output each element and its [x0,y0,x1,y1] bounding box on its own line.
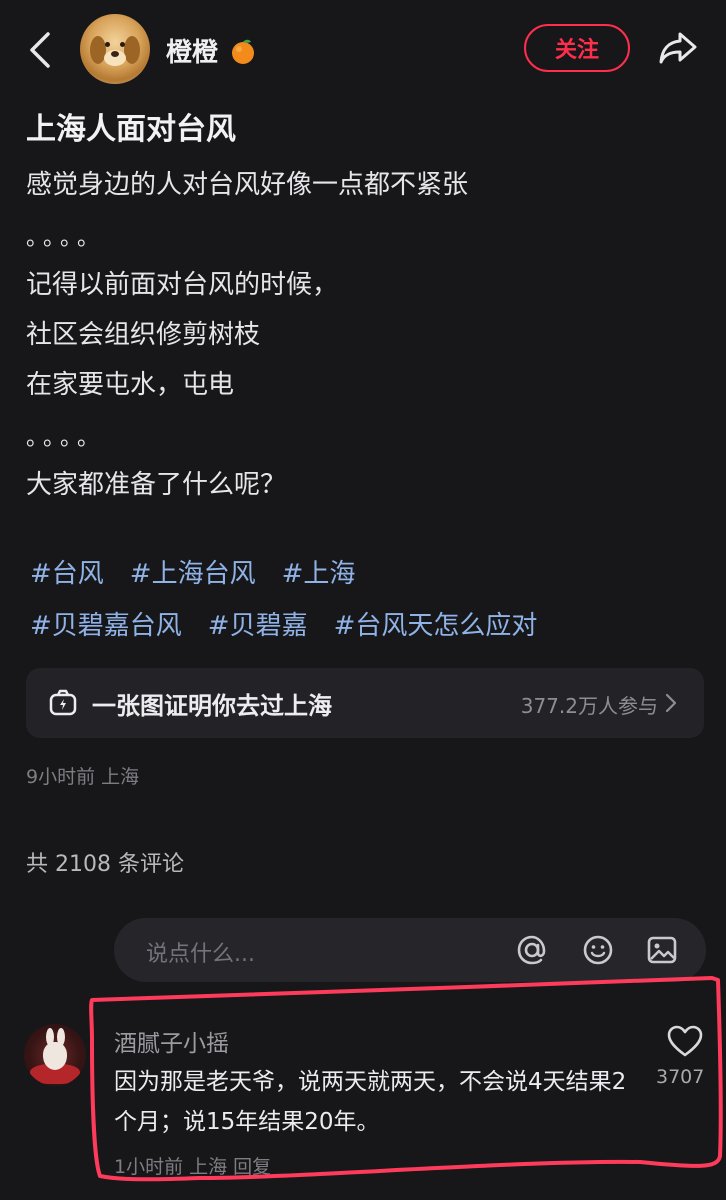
commenter-avatar[interactable] [24,1024,86,1086]
share-icon [659,32,697,64]
hashtag-link[interactable]: #台风 [30,548,104,600]
hashtag-list: #台风 #上海台风 #上海 #贝碧嘉台风 #贝碧嘉 #台风天怎么应对 [30,548,710,652]
hashtag-link[interactable]: #贝碧嘉台风 [30,600,182,652]
post-body: 感觉身边的人对台风好像一点都不紧张 。。。。 记得以前面对台风的时候， 社区会组… [26,160,706,510]
post-title: 上海人面对台风 [26,112,236,147]
image-icon [647,936,677,964]
author-name-text: 橙橙 [166,38,219,68]
post-meta: 9小时前 上海 [26,766,140,788]
topic-card[interactable]: 一张图证明你去过上海 377.2万人参与 [26,668,704,738]
author-name[interactable]: 橙橙 [166,32,257,69]
post-line: 大家都准备了什么呢？ [26,470,287,500]
emoji-button[interactable] [580,932,616,968]
comment-input[interactable]: 说点什么... [114,918,706,982]
back-button[interactable] [20,28,60,72]
post-line: 感觉身边的人对台风好像一点都不紧张 [26,170,469,200]
hashtag-link[interactable]: #上海 [282,548,356,600]
post-line: 记得以前面对台风的时候， [26,270,339,300]
chevron-right-icon [665,693,677,713]
image-button[interactable] [644,932,680,968]
post-line: 社区会组织修剪树枝 [26,320,261,350]
hashtag-link[interactable]: #台风天怎么应对 [334,600,538,652]
comment-meta[interactable]: 1小时前 上海 回复 [114,1152,271,1179]
share-button[interactable] [654,26,702,70]
post-line: 在家要屯水，屯电 [26,370,235,400]
like-count: 3707 [656,1066,705,1088]
post-line: 。。。。 [26,426,106,451]
comment-count: 共 2108 条评论 [26,852,184,877]
author-avatar[interactable] [80,14,150,84]
comment-text: 因为那是老天爷，说两天就两天，不会说4天结果2个月；说15年结果20年。 [114,1069,627,1135]
hashtag-row: #台风 #上海台风 #上海 [30,548,710,600]
topic-participants: 377.2万人参与 [520,694,658,718]
post-line: 。。。。 [26,226,106,251]
heart-icon[interactable] [666,1024,704,1058]
comment-item: 酒腻子小摇 因为那是老天爷，说两天就两天，不会说4天结果2个月；说15年结果20… [0,1010,726,1200]
camera-flash-icon [49,689,77,716]
orange-emoji-icon [232,39,255,64]
hashtag-row: #贝碧嘉台风 #贝碧嘉 #台风天怎么应对 [30,600,710,652]
at-sign-icon [517,935,546,965]
chevron-left-icon [30,32,50,68]
topic-label: 一张图证明你去过上海 [92,692,332,720]
follow-button[interactable]: 关注 [524,24,630,72]
mention-button[interactable] [514,932,550,968]
comment-input-placeholder: 说点什么... [146,942,255,967]
hashtag-link[interactable]: #上海台风 [130,548,256,600]
hashtag-link[interactable]: #贝碧嘉 [208,600,308,652]
commenter-name[interactable]: 酒腻子小摇 [114,1024,229,1058]
post-detail-page: 橙橙 关注 上海人面对台风 感觉身边的人对台风好像一点都不紧张 。。。。 记得以… [0,0,726,1200]
smiley-icon [583,935,613,965]
